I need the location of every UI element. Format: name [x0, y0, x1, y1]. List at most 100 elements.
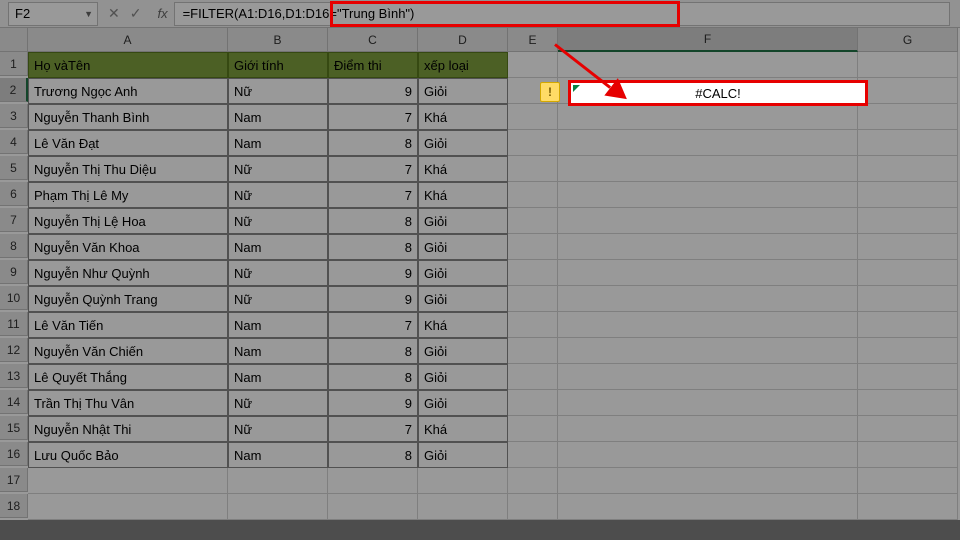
cell-G11[interactable] [858, 312, 958, 338]
cell-G10[interactable] [858, 286, 958, 312]
fx-label[interactable]: fx [157, 6, 167, 21]
cell-C6[interactable]: 7 [328, 182, 418, 208]
cell-A11[interactable]: Lê Văn Tiến [28, 312, 228, 338]
cell-B3[interactable]: Nam [228, 104, 328, 130]
row-header-10[interactable]: 10 [0, 286, 28, 310]
cell-E6[interactable] [508, 182, 558, 208]
row-header-6[interactable]: 6 [0, 182, 28, 206]
cell-D12[interactable]: Giỏi [418, 338, 508, 364]
column-header-a[interactable]: A [28, 28, 228, 52]
cell-F15[interactable] [558, 416, 858, 442]
cell-C11[interactable]: 7 [328, 312, 418, 338]
cell-E12[interactable] [508, 338, 558, 364]
row-header-16[interactable]: 16 [0, 442, 28, 466]
cell-A16[interactable]: Lưu Quốc Bảo [28, 442, 228, 468]
cell-B5[interactable]: Nữ [228, 156, 328, 182]
cell-A15[interactable]: Nguyễn Nhật Thi [28, 416, 228, 442]
cell-A14[interactable]: Trần Thị Thu Vân [28, 390, 228, 416]
cell-A1[interactable]: Họ vàTên [28, 52, 228, 78]
cell-D7[interactable]: Giỏi [418, 208, 508, 234]
cell-D10[interactable]: Giỏi [418, 286, 508, 312]
cell-F8[interactable] [558, 234, 858, 260]
row-header-8[interactable]: 8 [0, 234, 28, 258]
cell-E18[interactable] [508, 494, 558, 520]
cell-D3[interactable]: Khá [418, 104, 508, 130]
row-header-5[interactable]: 5 [0, 156, 28, 180]
cell-B9[interactable]: Nữ [228, 260, 328, 286]
cell-B10[interactable]: Nữ [228, 286, 328, 312]
cell-E14[interactable] [508, 390, 558, 416]
cancel-icon[interactable]: ✕ [108, 5, 120, 22]
cell-C16[interactable]: 8 [328, 442, 418, 468]
cell-C5[interactable]: 7 [328, 156, 418, 182]
cell-C10[interactable]: 9 [328, 286, 418, 312]
cell-G6[interactable] [858, 182, 958, 208]
row-header-14[interactable]: 14 [0, 390, 28, 414]
cell-G12[interactable] [858, 338, 958, 364]
cell-A10[interactable]: Nguyễn Quỳnh Trang [28, 286, 228, 312]
cell-B16[interactable]: Nam [228, 442, 328, 468]
cell-F18[interactable] [558, 494, 858, 520]
cell-A4[interactable]: Lê Văn Đạt [28, 130, 228, 156]
cell-F11[interactable] [558, 312, 858, 338]
cell-C12[interactable]: 8 [328, 338, 418, 364]
column-header-e[interactable]: E [508, 28, 558, 52]
row-header-4[interactable]: 4 [0, 130, 28, 154]
cell-F14[interactable] [558, 390, 858, 416]
cell-G3[interactable] [858, 104, 958, 130]
cell-C4[interactable]: 8 [328, 130, 418, 156]
cell-C14[interactable]: 9 [328, 390, 418, 416]
cell-A8[interactable]: Nguyễn Văn Khoa [28, 234, 228, 260]
cell-B7[interactable]: Nữ [228, 208, 328, 234]
row-header-1[interactable]: 1 [0, 52, 28, 76]
cell-E1[interactable] [508, 52, 558, 78]
cell-B2[interactable]: Nữ [228, 78, 328, 104]
cell-A9[interactable]: Nguyễn Như Quỳnh [28, 260, 228, 286]
column-header-b[interactable]: B [228, 28, 328, 52]
column-header-c[interactable]: C [328, 28, 418, 52]
cell-D4[interactable]: Giỏi [418, 130, 508, 156]
cell-E7[interactable] [508, 208, 558, 234]
cell-C15[interactable]: 7 [328, 416, 418, 442]
cell-C3[interactable]: 7 [328, 104, 418, 130]
cell-E11[interactable] [508, 312, 558, 338]
accept-icon[interactable]: ✓ [130, 5, 142, 22]
cell-C7[interactable]: 8 [328, 208, 418, 234]
cell-G4[interactable] [858, 130, 958, 156]
cell-F10[interactable] [558, 286, 858, 312]
cell-F3[interactable] [558, 104, 858, 130]
row-header-2[interactable]: 2 [0, 78, 28, 102]
cell-A3[interactable]: Nguyễn Thanh Bình [28, 104, 228, 130]
cell-F12[interactable] [558, 338, 858, 364]
cell-A12[interactable]: Nguyễn Văn Chiến [28, 338, 228, 364]
cell-A13[interactable]: Lê Quyết Thắng [28, 364, 228, 390]
row-header-12[interactable]: 12 [0, 338, 28, 362]
cell-A2[interactable]: Trương Ngọc Anh [28, 78, 228, 104]
cell-D2[interactable]: Giỏi [418, 78, 508, 104]
row-header-7[interactable]: 7 [0, 208, 28, 232]
cell-D8[interactable]: Giỏi [418, 234, 508, 260]
cell-D5[interactable]: Khá [418, 156, 508, 182]
cell-G5[interactable] [858, 156, 958, 182]
column-header-g[interactable]: G [858, 28, 958, 52]
cell-F17[interactable] [558, 468, 858, 494]
cell-A7[interactable]: Nguyễn Thị Lệ Hoa [28, 208, 228, 234]
cell-B12[interactable]: Nam [228, 338, 328, 364]
name-box[interactable]: F2 ▼ [8, 2, 98, 26]
cell-E8[interactable] [508, 234, 558, 260]
cell-B14[interactable]: Nữ [228, 390, 328, 416]
row-header-17[interactable]: 17 [0, 468, 28, 492]
cell-F1[interactable] [558, 52, 858, 78]
cell-C13[interactable]: 8 [328, 364, 418, 390]
cell-G2[interactable] [858, 78, 958, 104]
cell-G1[interactable] [858, 52, 958, 78]
cell-G15[interactable] [858, 416, 958, 442]
cell-E4[interactable] [508, 130, 558, 156]
dropdown-icon[interactable]: ▼ [84, 9, 93, 19]
row-header-18[interactable]: 18 [0, 494, 28, 518]
row-header-11[interactable]: 11 [0, 312, 28, 336]
cell-G8[interactable] [858, 234, 958, 260]
cell-B17[interactable] [228, 468, 328, 494]
cell-E5[interactable] [508, 156, 558, 182]
cell-F9[interactable] [558, 260, 858, 286]
